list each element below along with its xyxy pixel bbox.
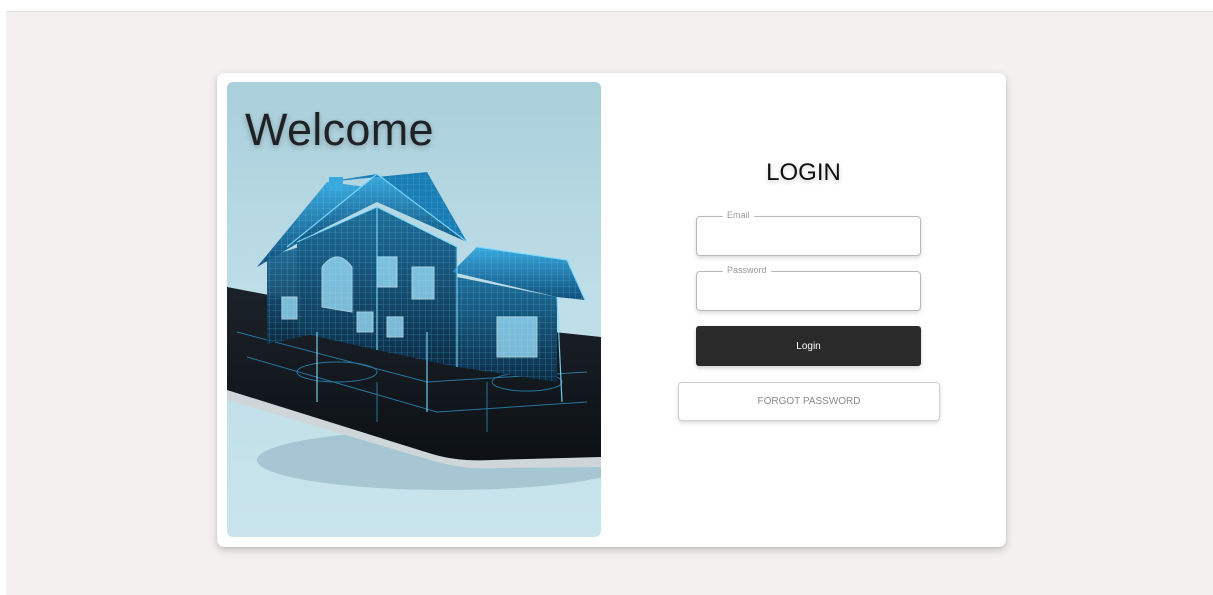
login-title: LOGIN <box>766 159 841 186</box>
email-input[interactable] <box>697 217 920 255</box>
login-card: Welcome LOGIN Email Password Login FORGO… <box>217 73 1006 547</box>
forgot-password-button[interactable]: FORGOT PASSWORD <box>678 382 940 421</box>
welcome-heading: Welcome <box>245 104 434 155</box>
login-button[interactable]: Login <box>696 326 921 366</box>
password-field[interactable]: Password <box>696 265 921 311</box>
login-form: LOGIN Email Password Login FORGOT PASSWO… <box>601 73 1006 547</box>
hero-image-panel: Welcome <box>227 82 601 537</box>
password-input[interactable] <box>697 272 920 310</box>
email-field[interactable]: Email <box>696 210 921 256</box>
page-background: Welcome LOGIN Email Password Login FORGO… <box>6 11 1213 595</box>
